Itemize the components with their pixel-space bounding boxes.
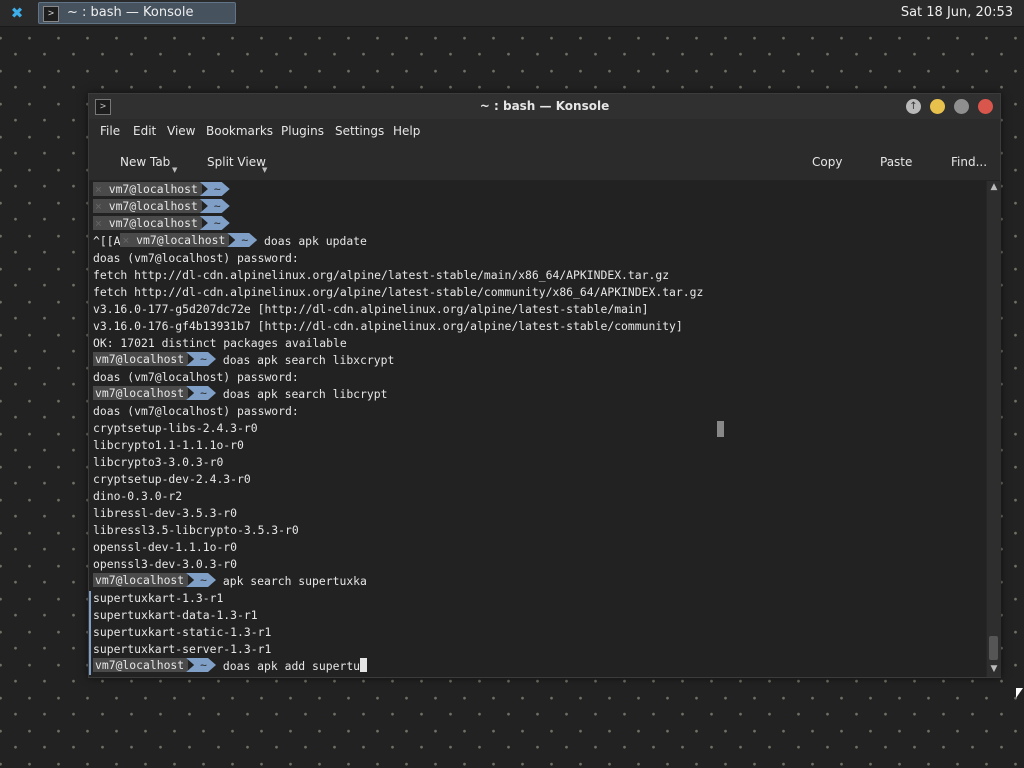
terminal-line: supertuxkart-static-1.3-r1 [93,625,272,639]
chevron-down-icon[interactable]: ▼ [262,166,267,174]
menu-file[interactable]: File [100,124,120,138]
terminal-input-line[interactable]: vm7@localhost ~ doas apk add supertu [93,658,368,675]
terminal-line: vm7@localhost ~ apk search supertuxka [93,573,367,588]
terminal-line: × vm7@localhost ~ [93,182,230,199]
menu-edit[interactable]: Edit [133,124,156,138]
prompt-user-host: vm7@localhost [93,573,189,587]
terminal-line: fetch http://dl-cdn.alpinelinux.org/alpi… [93,268,670,282]
title-bar[interactable]: > ~ : bash — Konsole ↑ [89,94,1000,119]
prompt-user-host: vm7@localhost [108,216,198,230]
prompt-dir: ~ [186,573,216,587]
scrollbar[interactable]: ▲ ▼ [986,181,1001,677]
clock[interactable]: Sat 18 Jun, 20:53 [901,5,1013,20]
terminal-line: openssl-dev-1.1.1o-r0 [93,540,238,554]
split-view-button[interactable]: Split View [207,155,266,169]
scroll-up-icon[interactable]: ▲ [989,182,999,192]
prompt-dir: ~ [200,216,230,230]
paste-button[interactable]: Paste [880,155,912,169]
mouse-pointer-icon [1016,688,1023,698]
error-mark: × [95,199,102,213]
keep-above-button[interactable]: ↑ [906,99,921,114]
find-button[interactable]: Find... [951,155,987,169]
terminal-line: doas (vm7@localhost) password: [93,404,299,418]
terminal-line: supertuxkart-data-1.3-r1 [93,608,258,622]
new-tab-button[interactable]: New Tab [120,155,170,169]
terminal-line: vm7@localhost ~ doas apk search libxcrypt [93,352,395,367]
menu-bookmarks[interactable]: Bookmarks [206,124,273,138]
menu-bar: File Edit View Bookmarks Plugins Setting… [89,120,1000,144]
error-mark: × [122,233,130,247]
terminal-line: vm7@localhost ~ doas apk search libcrypt [93,386,388,401]
command-input[interactable]: doas apk add supertu [223,659,360,673]
prompt-dir: ~ [200,199,230,213]
prompt-user-host: vm7@localhost [93,352,189,366]
prompt-dir: ~ [186,386,216,400]
terminal-line: doas (vm7@localhost) password: [93,370,299,384]
terminal-line: doas (vm7@localhost) password: [93,251,299,265]
terminal-line: ^[[A × vm7@localhost ~ doas apk update [93,233,367,248]
terminal-icon: > [43,6,59,22]
terminal-line: v3.16.0-177-g5d207dc72e [http://dl-cdn.a… [93,302,649,316]
terminal-line: v3.16.0-176-gf4b13931b7 [http://dl-cdn.a… [93,319,683,333]
maximize-button[interactable] [954,99,969,114]
prompt-user-host: vm7@localhost [108,199,198,213]
prompt-user-host: vm7@localhost [93,658,189,672]
terminal-line: cryptsetup-dev-2.4.3-r0 [93,472,251,486]
terminal-view[interactable]: × vm7@localhost ~ × vm7@localhost ~ × vm7@… [89,181,986,677]
terminal-line: libressl-dev-3.5.3-r0 [93,506,238,520]
terminal-line: supertuxkart-server-1.3-r1 [93,642,272,656]
terminal-line: × vm7@localhost ~ [93,216,230,233]
terminal-line: libcrypto1.1-1.1.1o-r0 [93,438,244,452]
top-panel: ✖ > ~ : bash — Konsole Sat 18 Jun, 20:53 [0,0,1024,27]
taskbar-item-label: ~ : bash — Konsole [67,5,194,20]
konsole-window: > ~ : bash — Konsole ↑ File Edit View Bo… [88,93,1001,678]
window-title: ~ : bash — Konsole [479,99,610,113]
close-button[interactable] [978,99,993,114]
prompt-dir: ~ [227,233,257,247]
terminal-line: libressl3.5-libcrypto-3.5.3-r0 [93,523,299,537]
prompt-user-host: vm7@localhost [108,182,198,196]
text-cursor [717,421,724,437]
chevron-down-icon[interactable]: ▼ [172,166,177,174]
terminal-line: cryptsetup-libs-2.4.3-r0 [93,421,258,435]
menu-plugins[interactable]: Plugins [281,124,324,138]
scrollbar-thumb[interactable] [989,636,998,660]
taskbar-item-konsole[interactable]: > ~ : bash — Konsole [38,2,236,24]
toolbar: New Tab ▼ Split View ▼ Copy Paste Find..… [89,144,1000,181]
menu-help[interactable]: Help [393,124,420,138]
terminal-line: libcrypto3-3.0.3-r0 [93,455,224,469]
prompt-dir: ~ [200,182,230,196]
output-marker [89,591,91,675]
scroll-down-icon[interactable]: ▼ [989,664,999,674]
minimize-button[interactable] [930,99,945,114]
terminal-line: openssl3-dev-3.0.3-r0 [93,557,238,571]
terminal-line: OK: 17021 distinct packages available [93,336,347,350]
menu-settings[interactable]: Settings [335,124,384,138]
prompt-dir: ~ [186,658,216,672]
prompt-user-host: vm7@localhost [93,386,189,400]
prompt-user-host: vm7@localhost [136,233,226,247]
error-mark: × [95,182,102,196]
terminal-line: dino-0.3.0-r2 [93,489,183,503]
launcher-icon[interactable]: ✖ [8,4,26,22]
prompt-dir: ~ [186,352,216,366]
copy-button[interactable]: Copy [812,155,842,169]
text-cursor [360,658,368,672]
terminal-line: × vm7@localhost ~ [93,199,230,216]
error-mark: × [95,216,102,230]
menu-view[interactable]: View [167,124,195,138]
terminal-line: supertuxkart-1.3-r1 [93,591,224,605]
terminal-line: fetch http://dl-cdn.alpinelinux.org/alpi… [93,285,704,299]
